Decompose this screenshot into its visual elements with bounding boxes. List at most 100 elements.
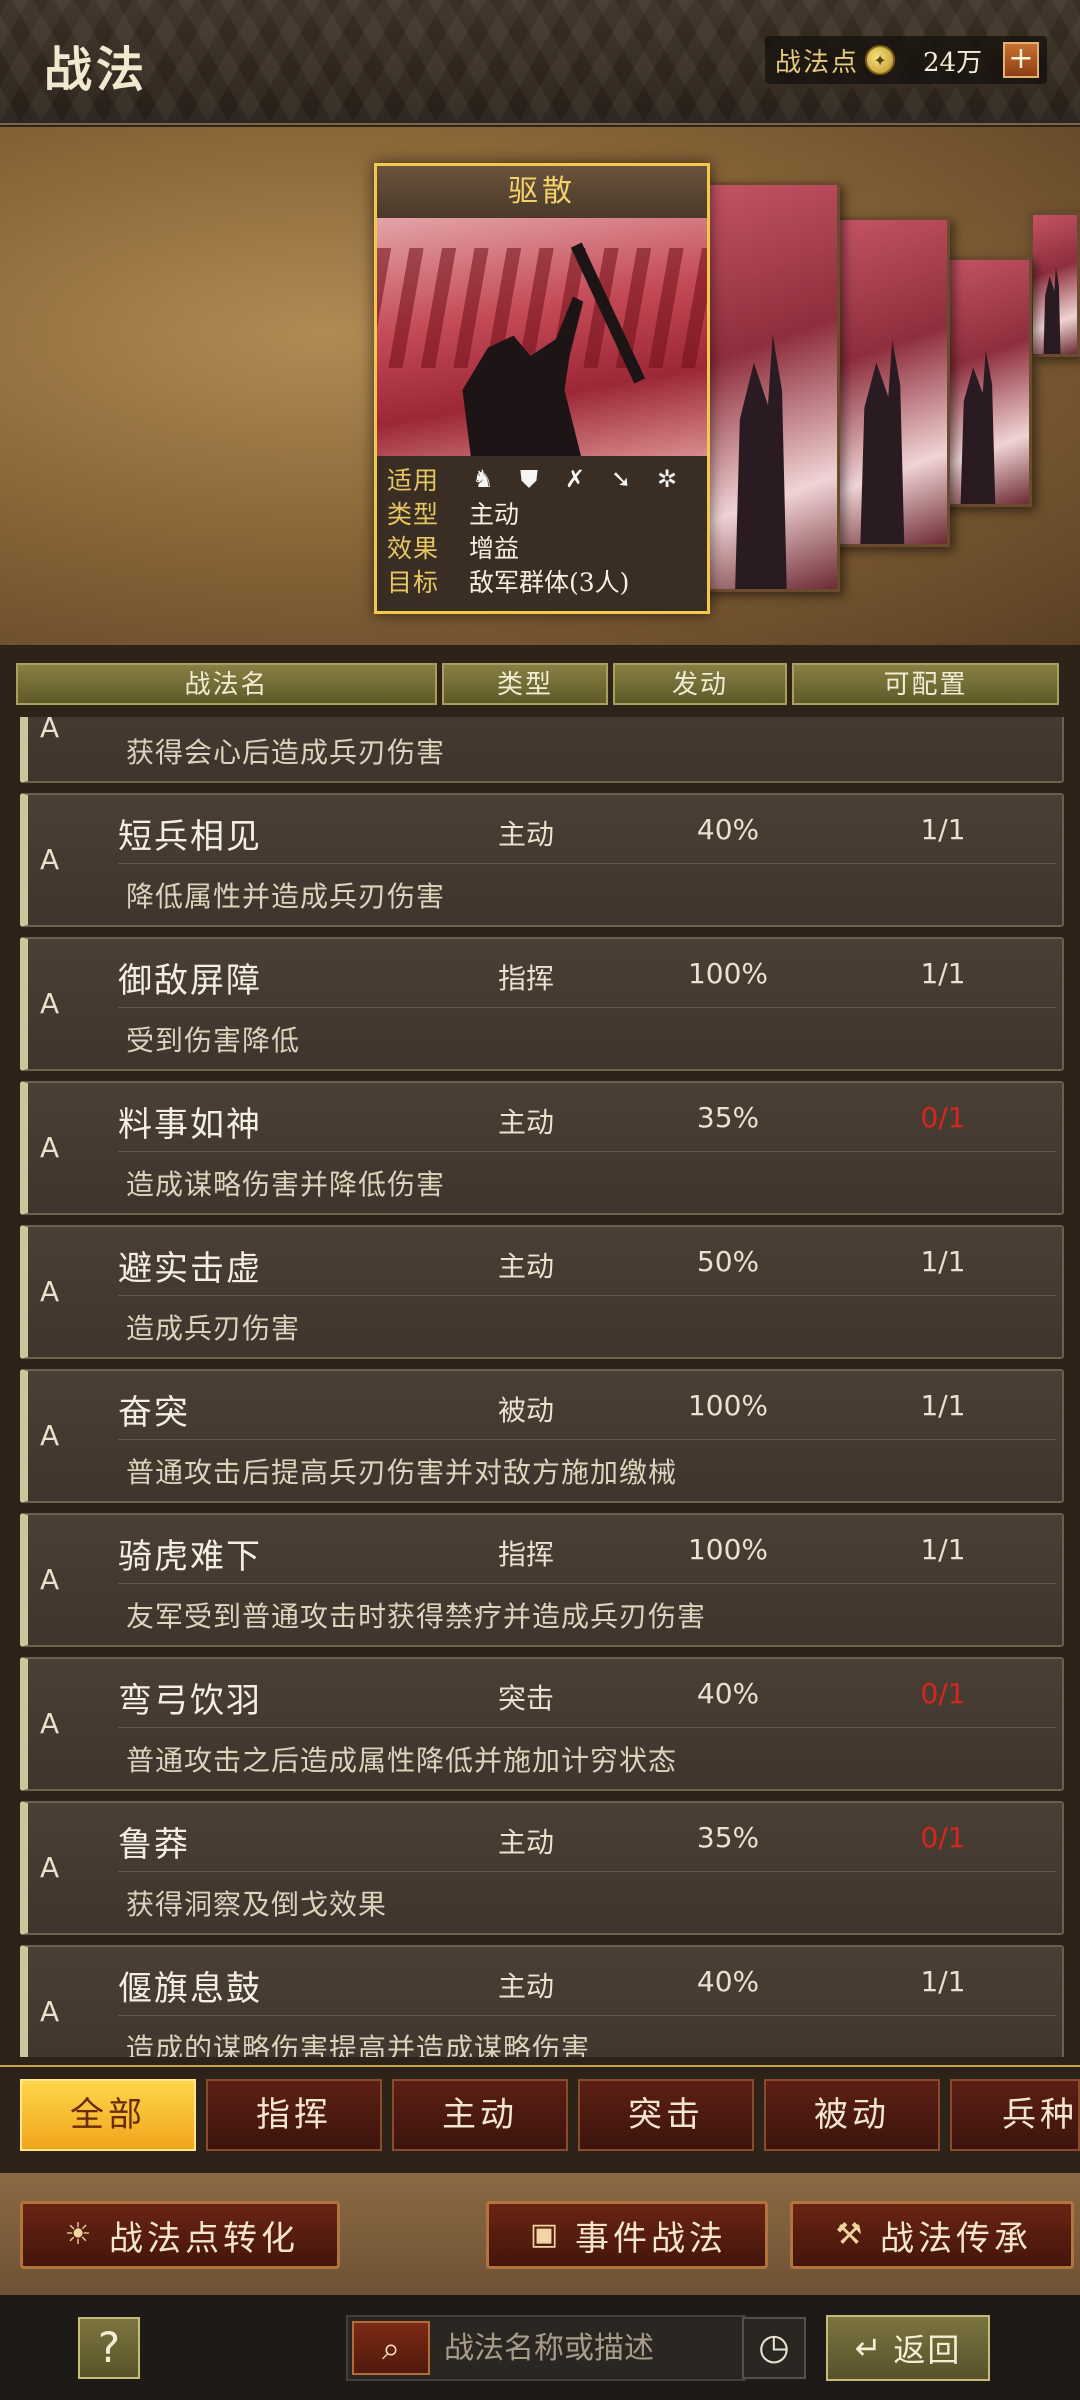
row-description: 造成的谋略伤害提高并造成谋略伤害 — [126, 2032, 591, 2057]
back-button[interactable]: ↵ 返回 — [826, 2315, 990, 2381]
table-row[interactable]: A 获得会心后造成兵刃伤害 — [20, 717, 1064, 783]
action-bar: ☀ 战法点转化 ▣ 事件战法 ⚒ 战法传承 — [0, 2173, 1080, 2295]
row-description: 获得会心后造成兵刃伤害 — [126, 736, 446, 769]
tab-troop[interactable]: 兵种 — [950, 2079, 1080, 2151]
table-row[interactable]: A 御敌屏障 指挥 100% 1/1 受到伤害降低 — [20, 937, 1064, 1071]
inherit-skills-button[interactable]: ⚒ 战法传承 — [790, 2201, 1074, 2269]
table-row[interactable]: A 料事如神 主动 35% 0/1 造成谋略伤害并降低伤害 — [20, 1081, 1064, 1215]
row-slots: 1/1 — [920, 957, 966, 990]
row-trigger-rate: 35% — [696, 1101, 760, 1134]
row-slots: 1/1 — [920, 1245, 966, 1278]
row-skill-type: 主动 — [498, 1970, 555, 2003]
table-row[interactable]: A 偃旗息鼓 主动 40% 1/1 造成的谋略伤害提高并造成谋略伤害 — [20, 1945, 1064, 2057]
column-header-name[interactable]: 战法名 — [16, 663, 437, 705]
back-label: 返回 — [893, 2331, 962, 2369]
event-skills-button[interactable]: ▣ 事件战法 — [486, 2201, 768, 2269]
applicable-key: 适用 — [387, 466, 440, 495]
coin-icon: ✦ — [865, 45, 896, 75]
row-description: 造成谋略伤害并降低伤害 — [126, 1168, 446, 1201]
page-title: 战法 — [44, 42, 149, 98]
card-info: 适用 ♞ ⛊ ✗ ➘ ✲ 类型 主动 效果 增益 目标 敌军群体(3人) — [377, 456, 707, 604]
scroll-icon: ▣ — [529, 2217, 563, 2252]
tab-all[interactable]: 全部 — [20, 2079, 196, 2151]
row-skill-type: 指挥 — [498, 962, 555, 995]
column-header-type[interactable]: 类型 — [442, 663, 608, 705]
tab-command[interactable]: 指挥 — [206, 2079, 382, 2151]
return-arrow-icon: ↵ — [854, 2329, 884, 2367]
row-skill-name: 鲁莽 — [118, 1825, 190, 1865]
row-divider — [118, 863, 1056, 864]
type-value: 主动 — [469, 500, 520, 529]
row-description: 造成兵刃伤害 — [126, 1312, 301, 1345]
table-row[interactable]: A 避实击虚 主动 50% 1/1 造成兵刃伤害 — [20, 1225, 1064, 1359]
row-grade: A — [40, 1995, 60, 2028]
row-trigger-rate: 40% — [696, 813, 760, 846]
row-divider — [118, 1727, 1056, 1728]
row-trigger-rate: 100% — [687, 1389, 769, 1422]
tab-active[interactable]: 主动 — [392, 2079, 568, 2151]
column-header-rate[interactable]: 发动 — [613, 663, 787, 705]
convert-points-label: 战法点转化 — [109, 2218, 299, 2259]
row-skill-name: 骑虎难下 — [118, 1537, 262, 1577]
row-slots: 1/1 — [920, 813, 966, 846]
table-row[interactable]: A 奋突 被动 100% 1/1 普通攻击后提高兵刃伤害并对敌方施加缴械 — [20, 1369, 1064, 1503]
skill-card-thumb[interactable] — [936, 257, 1032, 507]
target-key: 目标 — [387, 568, 440, 597]
search-icon[interactable]: ⌕ — [352, 2321, 430, 2375]
row-grade: A — [40, 1275, 60, 1308]
row-divider — [118, 1583, 1056, 1584]
clock-icon[interactable]: ◷ — [742, 2317, 806, 2379]
hammer-icon: ⚒ — [835, 2217, 867, 2252]
row-description: 获得洞察及倒戈效果 — [126, 1888, 388, 1921]
row-divider — [118, 1439, 1056, 1440]
unit-type-icons: ♞ ⛊ ✗ ➘ ✲ — [469, 465, 681, 493]
row-skill-type: 主动 — [498, 818, 555, 851]
row-grade: A — [40, 843, 60, 876]
skill-card-thumb[interactable] — [1030, 212, 1080, 357]
row-grade: A — [40, 1563, 60, 1596]
skill-points-display: 战法点 ✦ 24万 + — [765, 36, 1047, 84]
table-row[interactable]: A 弯弓饮羽 突击 40% 0/1 普通攻击之后造成属性降低并施加计穷状态 — [20, 1657, 1064, 1791]
table-row[interactable]: A 骑虎难下 指挥 100% 1/1 友军受到普通攻击时获得禁疗并造成兵刃伤害 — [20, 1513, 1064, 1647]
row-skill-name: 弯弓饮羽 — [118, 1681, 262, 1721]
type-key: 类型 — [387, 500, 440, 529]
search-input[interactable] — [444, 2323, 734, 2373]
table-row[interactable]: A 鲁莽 主动 35% 0/1 获得洞察及倒戈效果 — [20, 1801, 1064, 1935]
tab-assault[interactable]: 突击 — [578, 2079, 754, 2151]
row-divider — [118, 1871, 1056, 1872]
row-slots: 0/1 — [920, 1677, 966, 1710]
inherit-skills-label: 战法传承 — [880, 2218, 1032, 2259]
row-divider — [118, 1151, 1056, 1152]
skill-card-thumb[interactable] — [700, 182, 840, 592]
row-skill-type: 指挥 — [498, 1538, 555, 1571]
effect-key: 效果 — [387, 534, 440, 563]
top-header: 战法 战法点 ✦ 24万 + — [0, 0, 1080, 125]
help-button[interactable]: ? — [78, 2317, 140, 2379]
tab-passive[interactable]: 被动 — [764, 2079, 940, 2151]
row-skill-name: 避实击虚 — [118, 1249, 262, 1289]
event-skills-label: 事件战法 — [575, 2218, 727, 2259]
table-row[interactable]: A 短兵相见 主动 40% 1/1 降低属性并造成兵刃伤害 — [20, 793, 1064, 927]
column-header-slots[interactable]: 可配置 — [792, 663, 1059, 705]
row-description: 降低属性并造成兵刃伤害 — [126, 880, 446, 913]
row-skill-type: 被动 — [498, 1394, 555, 1427]
row-divider — [118, 1007, 1056, 1008]
wheel-icon: ✲ — [656, 465, 678, 493]
skill-list[interactable]: A 获得会心后造成兵刃伤害 A 短兵相见 主动 40% 1/1 降低属性并造成兵刃伤害 A 御… — [0, 717, 1080, 2057]
cavalry-icon: ♞ — [472, 465, 494, 493]
row-trigger-rate: 35% — [696, 1821, 760, 1854]
selected-skill-card[interactable]: 驱散 适用 ♞ ⛊ ✗ ➘ ✲ 类型 主动 效果 增益 目标 敌军群体(3人) — [374, 163, 710, 614]
convert-points-button[interactable]: ☀ 战法点转化 — [20, 2201, 340, 2269]
column-headers: 战法名 类型 发动 可配置 — [16, 663, 1064, 705]
skill-list-area: 战法名 类型 发动 可配置 A 获得会心后造成兵刃伤害 A 短兵相见 主动 40% 1/… — [0, 645, 1080, 2065]
row-grade: A — [40, 717, 60, 744]
bow-icon: ✗ — [564, 465, 586, 493]
skill-card-thumb[interactable] — [830, 217, 950, 547]
row-slots: 1/1 — [920, 1533, 966, 1566]
row-skill-name: 偃旗息鼓 — [118, 1969, 262, 2009]
spear-icon: ➘ — [610, 465, 632, 493]
add-points-button[interactable]: + — [1003, 42, 1039, 78]
target-value: 敌军群体(3人) — [469, 568, 630, 597]
skill-card-preview: 驱散 适用 ♞ ⛊ ✗ ➘ ✲ 类型 主动 效果 增益 目标 敌军群体(3人) — [0, 127, 1080, 645]
row-grade: A — [40, 1419, 60, 1452]
